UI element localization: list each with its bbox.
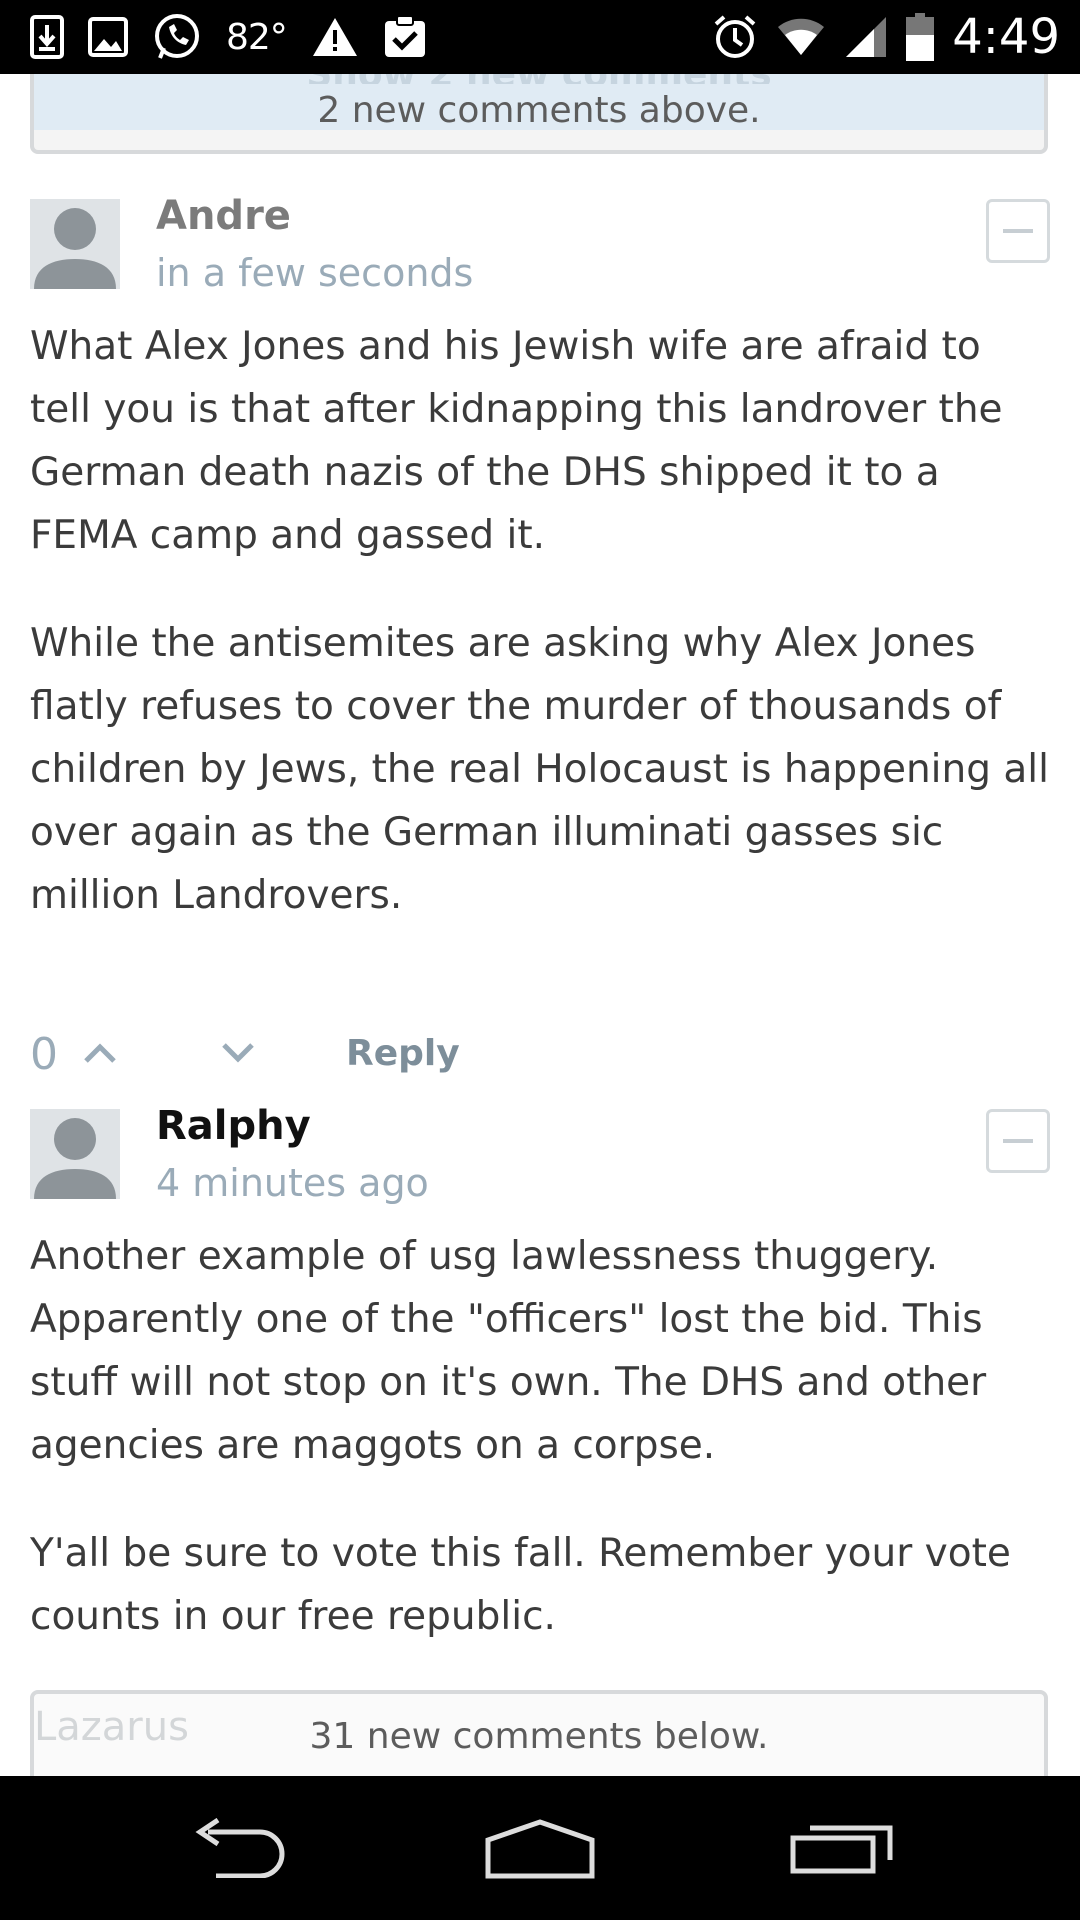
signal-icon	[844, 15, 888, 59]
comment-author[interactable]: Ralphy	[156, 1103, 311, 1149]
new-comments-above-text: 2 new comments above.	[317, 90, 761, 131]
status-bar: 82° 4:49	[0, 0, 1080, 74]
comment-paragraph: What Alex Jones and his Jewish wife are …	[30, 324, 1003, 558]
wifi-icon	[776, 17, 826, 57]
temperature: 82°	[226, 16, 288, 58]
comment: Andre in a few seconds What Alex Jones a…	[30, 193, 1050, 1080]
recent-apps-icon[interactable]	[790, 1818, 894, 1874]
comment-timestamp[interactable]: in a few seconds	[156, 251, 473, 295]
comment: Ralphy 4 minutes ago Another example of …	[30, 1103, 1050, 1669]
vote-count: 0	[30, 1029, 58, 1080]
new-comments-below-text: 31 new comments below.	[309, 1716, 769, 1757]
reply-button[interactable]: Reply	[346, 1033, 460, 1074]
comment-actions: 0 Reply	[30, 1029, 630, 1089]
home-icon[interactable]	[484, 1818, 596, 1880]
comment-author[interactable]: Andre	[156, 193, 291, 239]
clipboard-check-icon	[383, 15, 427, 59]
collapse-button[interactable]	[986, 1109, 1050, 1173]
status-bar-left: 82°	[30, 0, 427, 74]
download-icon	[30, 15, 64, 59]
navigation-bar	[0, 1776, 1080, 1920]
whatsapp-icon	[152, 12, 202, 62]
alarm-icon	[712, 14, 758, 60]
comments-feed[interactable]: Show 2 new comments 2 new comments above…	[0, 74, 1080, 1776]
back-icon[interactable]	[186, 1818, 290, 1878]
comment-body: Another example of usg lawlessness thugg…	[30, 1225, 1050, 1693]
avatar[interactable]	[30, 1109, 120, 1199]
upvote-icon[interactable]	[82, 1039, 118, 1071]
comment-timestamp[interactable]: 4 minutes ago	[156, 1161, 429, 1205]
new-comments-above-banner[interactable]: Show 2 new comments 2 new comments above…	[30, 74, 1048, 154]
clock: 4:49	[952, 9, 1060, 65]
comment-paragraph: Y'all be sure to vote this fall. Remembe…	[30, 1531, 1011, 1639]
avatar[interactable]	[30, 199, 120, 289]
show-new-comments-label: Show 2 new comments	[34, 74, 1044, 84]
warning-icon	[311, 16, 359, 58]
battery-icon	[906, 13, 935, 61]
user-silhouette-icon	[34, 1118, 116, 1199]
user-silhouette-icon	[34, 208, 116, 289]
status-bar-right: 4:49	[712, 0, 1060, 74]
comment-body: What Alex Jones and his Jewish wife are …	[30, 315, 1050, 972]
downvote-icon[interactable]	[220, 1039, 256, 1071]
new-comments-below-banner[interactable]: Lazarus 31 new comments below.	[30, 1690, 1048, 1776]
collapse-button[interactable]	[986, 199, 1050, 263]
comment-paragraph: Another example of usg lawlessness thugg…	[30, 1234, 987, 1468]
comment-paragraph: While the antisemites are asking why Ale…	[30, 621, 1049, 918]
image-icon	[88, 17, 128, 57]
